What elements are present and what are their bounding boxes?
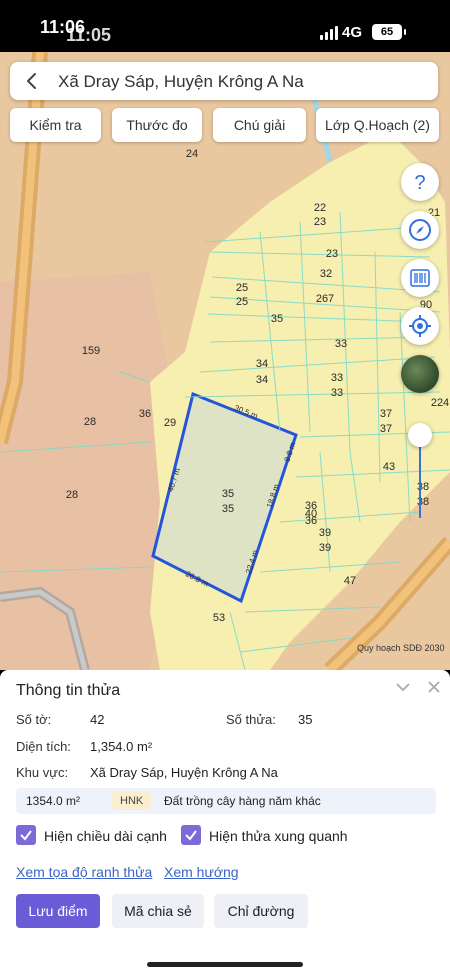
land-use-code-badge: HNK [112, 792, 152, 810]
parcel-label: 33 [330, 387, 344, 399]
location-title: Xã Dray Sáp, Huyện Krông A Na [58, 72, 304, 91]
compass-button[interactable] [401, 211, 439, 249]
parcel-label: 25 [235, 296, 249, 308]
map-base [0, 52, 450, 670]
save-point-button[interactable]: Lưu điểm [16, 894, 100, 928]
map-view[interactable]: 24 22 23 23 32 25 25 267 35 33 159 34 34… [0, 52, 450, 670]
parcel-label: 29 [163, 417, 177, 429]
sheet-value: 42 [90, 712, 105, 727]
parcel-label: 32 [319, 268, 333, 280]
parcel-label: 39 [318, 527, 332, 539]
region-value: Xã Dray Sáp, Huyện Krông A Na [90, 765, 278, 780]
parcel-label: 35 [221, 488, 235, 500]
opacity-slider-handle[interactable] [408, 423, 432, 447]
sheet-label: Số tờ: [16, 712, 52, 727]
back-icon[interactable] [22, 71, 42, 91]
map-tool-row: Kiểm tra Thước đo Chú giải Lớp Q.Hoạch (… [10, 108, 440, 142]
parcel-label: 28 [65, 489, 79, 501]
view-boundary-coordinates-link[interactable]: Xem tọa độ ranh thửa [16, 864, 152, 880]
parcel-label: 35 [270, 313, 284, 325]
parcel-label: 267 [315, 293, 335, 305]
opacity-slider-track[interactable] [419, 436, 421, 518]
land-use-description: Đất trồng cây hàng năm khác [164, 794, 321, 808]
checkmark-icon [185, 830, 197, 841]
parcel-label: 36 [138, 408, 152, 420]
parcel-label: 33 [330, 372, 344, 384]
barcode-button[interactable] [401, 259, 439, 297]
parcel-number-label: Số thửa: [226, 712, 276, 727]
parcel-label: 34 [255, 374, 269, 386]
svg-text:?: ? [414, 172, 425, 193]
battery-icon: 65 [372, 24, 406, 40]
map-attribution: Quy hoạch SDĐ 2030 [357, 643, 445, 653]
parcel-label: 36 [304, 515, 318, 527]
chevron-down-icon[interactable] [394, 678, 412, 696]
parcel-label: 159 [81, 345, 101, 357]
directions-button[interactable]: Chỉ đường [214, 894, 308, 928]
barcode-icon [410, 269, 430, 287]
parcel-label: 34 [255, 358, 269, 370]
help-button[interactable]: ? [401, 163, 439, 201]
land-use-row: 1354.0 m² HNK Đất trồng cây hàng năm khá… [16, 788, 436, 814]
show-edge-length-checkbox[interactable] [16, 825, 36, 845]
signal-icon [320, 26, 338, 40]
parcel-label: 37 [379, 423, 393, 435]
parcel-label: 23 [325, 248, 339, 260]
parcel-info-panel: Thông tin thửa Số tờ: 42 Số thửa: 35 Diệ… [0, 670, 450, 978]
view-direction-link[interactable]: Xem hướng [164, 864, 239, 880]
checkmark-icon [20, 830, 32, 841]
parcel-label: 43 [382, 461, 396, 473]
close-icon[interactable] [425, 678, 443, 696]
home-indicator [147, 962, 303, 967]
parcel-label: 35 [221, 503, 235, 515]
compass-icon [409, 219, 431, 241]
show-neighbors-label[interactable]: Hiện thửa xung quanh [209, 828, 348, 844]
parcel-label: 22 [313, 202, 327, 214]
measure-button[interactable]: Thước đo [112, 108, 202, 142]
show-neighbors-checkbox[interactable] [181, 825, 201, 845]
parcel-label: 28 [83, 416, 97, 428]
satellite-layer-toggle[interactable] [401, 355, 439, 393]
status-time-overlay: 11:05 [66, 25, 112, 45]
parcel-label: 47 [343, 575, 357, 587]
parcel-label: 224 [430, 397, 450, 409]
legend-button[interactable]: Chú giải [213, 108, 306, 142]
planning-layers-button[interactable]: Lớp Q.Hoạch (2) [316, 108, 439, 142]
region-label: Khu vực: [16, 765, 69, 780]
location-search-bar[interactable]: Xã Dray Sáp, Huyện Krông A Na [10, 62, 438, 100]
status-bar: 11:06 11:05 4G 65 [0, 0, 450, 52]
area-value: 1,354.0 m² [90, 739, 153, 754]
parcel-label: 24 [185, 148, 199, 160]
panel-title: Thông tin thửa [16, 682, 121, 699]
check-button[interactable]: Kiểm tra [10, 108, 101, 142]
parcel-label: 53 [212, 612, 226, 624]
parcel-label: 33 [334, 338, 348, 350]
parcel-label: 23 [313, 216, 327, 228]
land-use-area: 1354.0 m² [26, 794, 81, 808]
locate-me-button[interactable] [401, 307, 439, 345]
parcel-label: 37 [379, 408, 393, 420]
crosshair-icon [409, 315, 431, 337]
parcel-label: 39 [318, 542, 332, 554]
question-icon: ? [414, 172, 425, 193]
parcel-number-value: 35 [298, 712, 313, 727]
share-code-button[interactable]: Mã chia sẻ [112, 894, 204, 928]
show-edge-length-label[interactable]: Hiện chiều dài cạnh [44, 828, 167, 844]
area-label: Diện tích: [16, 739, 71, 754]
parcel-label: 25 [235, 282, 249, 294]
network-label: 4G [342, 24, 363, 41]
